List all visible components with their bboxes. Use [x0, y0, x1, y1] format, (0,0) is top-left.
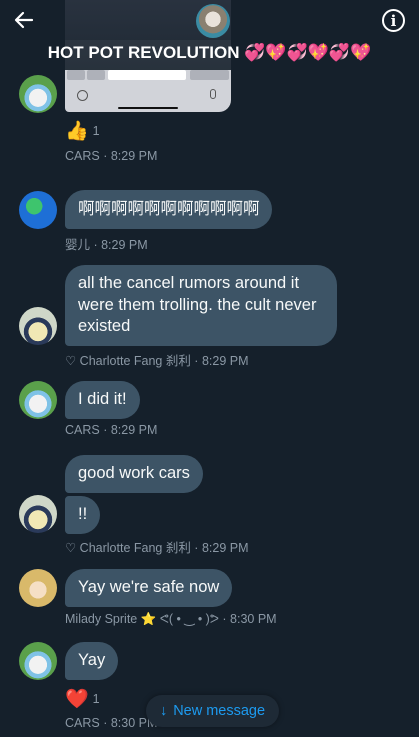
- message-bubble[interactable]: Yay we're safe now: [65, 569, 233, 607]
- avatar[interactable]: [19, 495, 57, 533]
- back-button[interactable]: [12, 8, 36, 32]
- reaction-count: 1: [92, 124, 100, 138]
- heart-icon: ❤️: [65, 689, 89, 710]
- message-meta: Milady Sprite ⭐ ᕙ( • ‿ • )ᕗ · 8:30 PM: [65, 612, 277, 626]
- message-bubble[interactable]: I did it!: [65, 381, 140, 419]
- microphone-icon: [210, 89, 216, 99]
- avatar[interactable]: [19, 307, 57, 345]
- message-bubble[interactable]: Yay: [65, 642, 119, 680]
- message-meta: CARS · 8:30 PM: [65, 716, 158, 730]
- message-meta: ♡ Charlotte Fang 刹利 · 8:29 PM: [65, 541, 249, 555]
- info-button[interactable]: i: [382, 9, 405, 32]
- avatar[interactable]: [19, 381, 57, 419]
- message-bubble[interactable]: 啊啊啊啊啊啊啊啊啊啊啊: [65, 190, 272, 229]
- conversation-header: i HOT POT REVOLUTION 💞💖💞💖💞💖: [0, 0, 419, 70]
- arrow-down-icon: ↓: [159, 703, 168, 719]
- message-bubble[interactable]: good work cars: [65, 455, 203, 493]
- message-bubble[interactable]: !!: [65, 496, 101, 534]
- message-meta: CARS · 8:29 PM: [65, 149, 158, 163]
- info-icon: i: [390, 11, 397, 30]
- message-meta: ♡ Charlotte Fang 刹利 · 8:29 PM: [65, 354, 249, 368]
- conversation-title[interactable]: HOT POT REVOLUTION 💞💖💞💖💞💖: [0, 43, 419, 63]
- reaction[interactable]: ❤️ 1: [65, 687, 100, 711]
- reaction-count: 1: [92, 692, 100, 706]
- message-meta: 婴儿 · 8:29 PM: [65, 238, 148, 252]
- avatar[interactable]: [19, 75, 57, 113]
- group-avatar[interactable]: [196, 4, 230, 38]
- message-bubble[interactable]: all the cancel rumors around it were the…: [65, 265, 337, 346]
- avatar[interactable]: [19, 191, 57, 229]
- title-emoji: 💞💖💞💖💞💖: [244, 43, 372, 62]
- thumbs-up-icon: 👍: [65, 121, 89, 142]
- globe-icon: [77, 90, 88, 101]
- message-meta: CARS · 8:29 PM: [65, 423, 158, 437]
- reaction[interactable]: 👍 1: [65, 119, 100, 143]
- new-message-label: New message: [173, 703, 266, 719]
- avatar[interactable]: [19, 569, 57, 607]
- avatar[interactable]: [19, 642, 57, 680]
- new-message-button[interactable]: ↓ New message: [146, 695, 279, 727]
- title-text: HOT POT REVOLUTION: [47, 43, 240, 62]
- arrow-left-icon: [14, 11, 34, 29]
